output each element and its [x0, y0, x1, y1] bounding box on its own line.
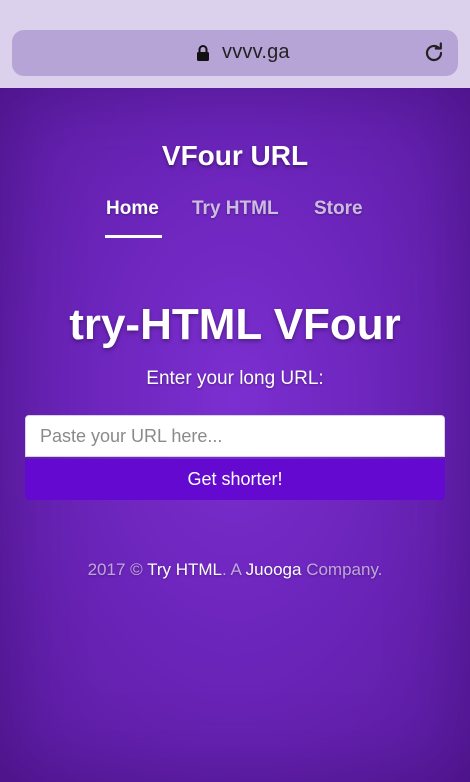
nav-item-try-html[interactable]: Try HTML — [192, 198, 279, 220]
footer-suffix: Company. — [306, 560, 383, 579]
footer-middle: . A — [222, 560, 241, 579]
footer-link-try-html[interactable]: Try HTML — [147, 560, 222, 579]
nav-item-home[interactable]: Home — [106, 198, 159, 220]
page-content: VFour URL Home Try HTML Store try-HTML V… — [0, 88, 470, 782]
main-nav: Home Try HTML Store — [0, 198, 470, 238]
lock-icon — [196, 45, 210, 61]
hero-heading: try-HTML VFour — [69, 300, 401, 349]
browser-toolbar: vvvv.ga — [0, 0, 470, 88]
address-bar[interactable]: vvvv.ga — [12, 30, 458, 76]
nav-active-indicator — [105, 235, 162, 238]
url-input[interactable] — [25, 415, 445, 457]
site-title: VFour URL — [161, 140, 309, 171]
nav-item-store[interactable]: Store — [314, 198, 363, 220]
footer-link-juooga[interactable]: Juooga — [246, 560, 302, 579]
hero-subheading: Enter your long URL: — [146, 368, 324, 389]
get-shorter-button[interactable]: Get shorter! — [25, 459, 445, 500]
footer: 2017 © Try HTML. A Juooga Company. — [0, 560, 470, 580]
address-url[interactable]: vvvv.ga — [222, 41, 290, 64]
footer-prefix: 2017 © — [87, 560, 143, 579]
reload-icon[interactable] — [422, 41, 446, 65]
